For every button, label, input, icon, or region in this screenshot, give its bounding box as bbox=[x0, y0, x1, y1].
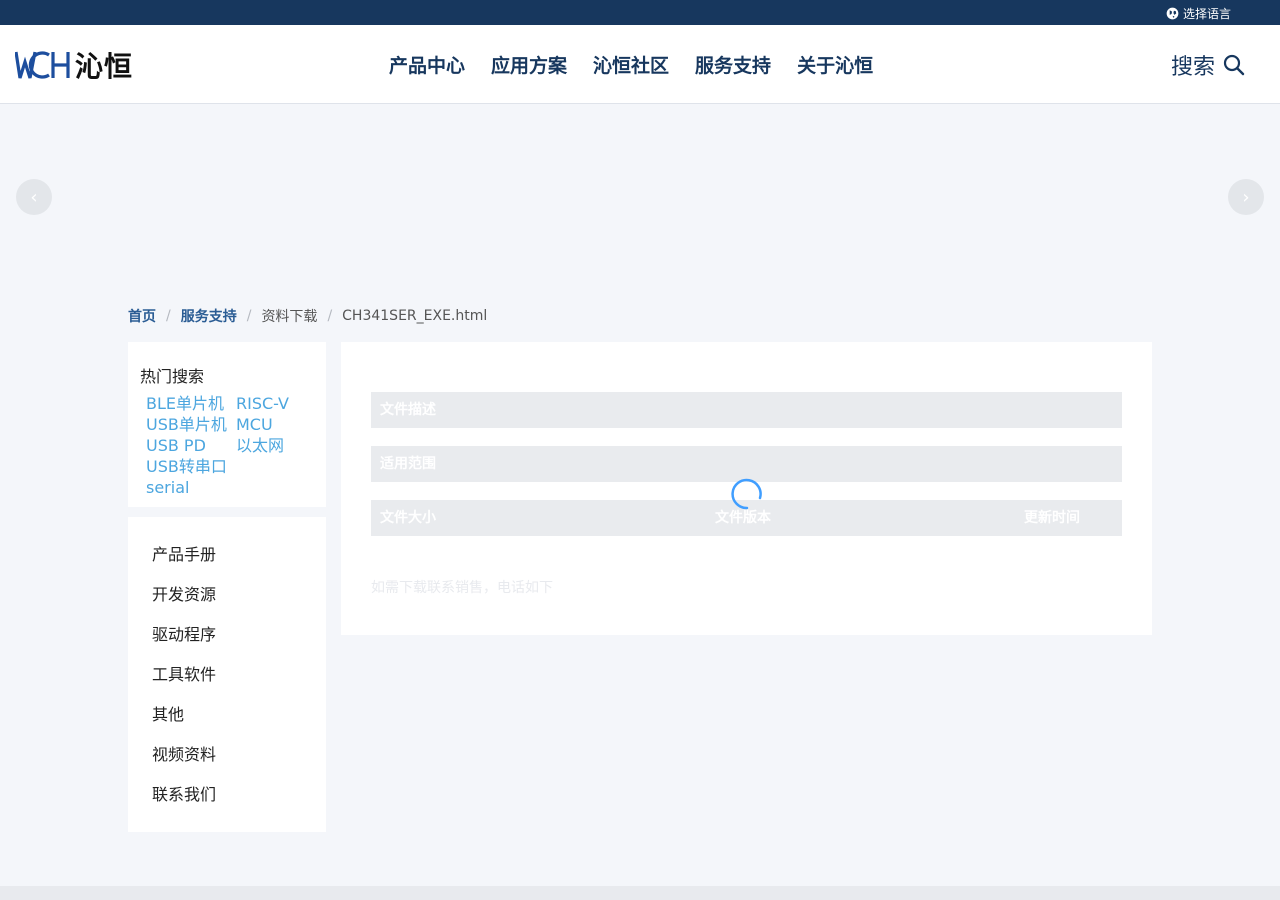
banner-carousel: ‹ › bbox=[0, 104, 1280, 294]
nav-item-community[interactable]: 沁恒社区 bbox=[593, 51, 669, 78]
breadcrumb-downloads: 资料下载 bbox=[261, 309, 318, 325]
file-detail-panel: 文件描述 适用范围 文件大小 文件版本 更新时间 如需下载联系销售，电话如下 bbox=[341, 342, 1152, 635]
hot-search-title: 热门搜索 bbox=[140, 367, 205, 386]
language-selector[interactable]: 选择语言 bbox=[1166, 5, 1231, 22]
hot-search-link[interactable]: 以太网 bbox=[236, 435, 326, 456]
breadcrumb: 首页 / 服务支持 / 资料下载 / CH341SER_EXE.html bbox=[128, 306, 487, 326]
hot-search-link[interactable]: serial bbox=[146, 477, 236, 498]
breadcrumb-separator: / bbox=[327, 308, 333, 324]
search-icon bbox=[1223, 54, 1245, 76]
side-menu-item-videos[interactable]: 视频资料 bbox=[128, 744, 326, 784]
file-size-label: 文件大小 bbox=[380, 510, 436, 526]
side-menu-item-dev-resources[interactable]: 开发资源 bbox=[128, 584, 326, 624]
breadcrumb-current: CH341SER_EXE.html bbox=[342, 308, 488, 324]
loading-spinner-icon bbox=[731, 478, 762, 510]
globe-icon bbox=[1166, 7, 1179, 20]
breadcrumb-home[interactable]: 首页 bbox=[128, 306, 156, 326]
top-bar: 选择语言 bbox=[0, 0, 1280, 25]
side-menu-item-manuals[interactable]: 产品手册 bbox=[128, 544, 326, 584]
nav-item-about[interactable]: 关于沁恒 bbox=[797, 51, 873, 78]
hot-search-link[interactable]: USB PD bbox=[146, 435, 236, 456]
file-scope-label: 适用范围 bbox=[380, 456, 436, 472]
breadcrumb-separator: / bbox=[246, 308, 252, 324]
hot-search-list: BLE单片机 RISC-V USB单片机 MCU USB PD 以太网 USB转… bbox=[146, 393, 326, 498]
carousel-prev-button[interactable]: ‹ bbox=[16, 179, 52, 215]
nav-item-support[interactable]: 服务支持 bbox=[695, 51, 771, 78]
file-description-label: 文件描述 bbox=[380, 402, 436, 418]
hot-search-link[interactable]: USB单片机 bbox=[146, 414, 236, 435]
nav-item-products[interactable]: 产品中心 bbox=[389, 51, 465, 78]
contact-note: 如需下载联系销售，电话如下 bbox=[371, 580, 553, 596]
hot-search-card: 热门搜索 BLE单片机 RISC-V USB单片机 MCU USB PD 以太网… bbox=[128, 342, 326, 507]
hot-search-link[interactable]: RISC-V bbox=[236, 393, 326, 414]
file-description-row: 文件描述 bbox=[371, 392, 1122, 428]
logo-text: 沁恒 bbox=[75, 50, 134, 83]
carousel-next-button[interactable]: › bbox=[1228, 179, 1264, 215]
hot-search-link[interactable]: MCU bbox=[236, 414, 326, 435]
side-menu-item-contact[interactable]: 联系我们 bbox=[128, 784, 326, 824]
breadcrumb-separator: / bbox=[166, 308, 171, 324]
hot-search-link[interactable]: USB转串口 bbox=[146, 456, 236, 477]
nav-item-solutions[interactable]: 应用方案 bbox=[491, 51, 567, 78]
side-menu: 产品手册 开发资源 驱动程序 工具软件 其他 视频资料 联系我们 bbox=[128, 517, 326, 832]
side-menu-item-drivers[interactable]: 驱动程序 bbox=[128, 624, 326, 664]
side-menu-item-other[interactable]: 其他 bbox=[128, 704, 326, 744]
file-updated-label: 更新时间 bbox=[1024, 510, 1080, 526]
search-button[interactable]: 搜索 bbox=[1171, 49, 1245, 81]
side-menu-item-tools[interactable]: 工具软件 bbox=[128, 664, 326, 704]
wch-logo-mark bbox=[15, 51, 70, 79]
footer-strip bbox=[0, 886, 1280, 900]
site-header: 沁恒 产品中心 应用方案 沁恒社区 服务支持 关于沁恒 搜索 bbox=[0, 25, 1280, 104]
main-nav: 产品中心 应用方案 沁恒社区 服务支持 关于沁恒 bbox=[389, 51, 873, 78]
hot-search-link[interactable]: BLE单片机 bbox=[146, 393, 236, 414]
language-label: 选择语言 bbox=[1182, 7, 1231, 21]
search-label: 搜索 bbox=[1170, 55, 1215, 80]
site-logo[interactable]: 沁恒 bbox=[15, 45, 133, 85]
breadcrumb-service[interactable]: 服务支持 bbox=[181, 306, 237, 326]
